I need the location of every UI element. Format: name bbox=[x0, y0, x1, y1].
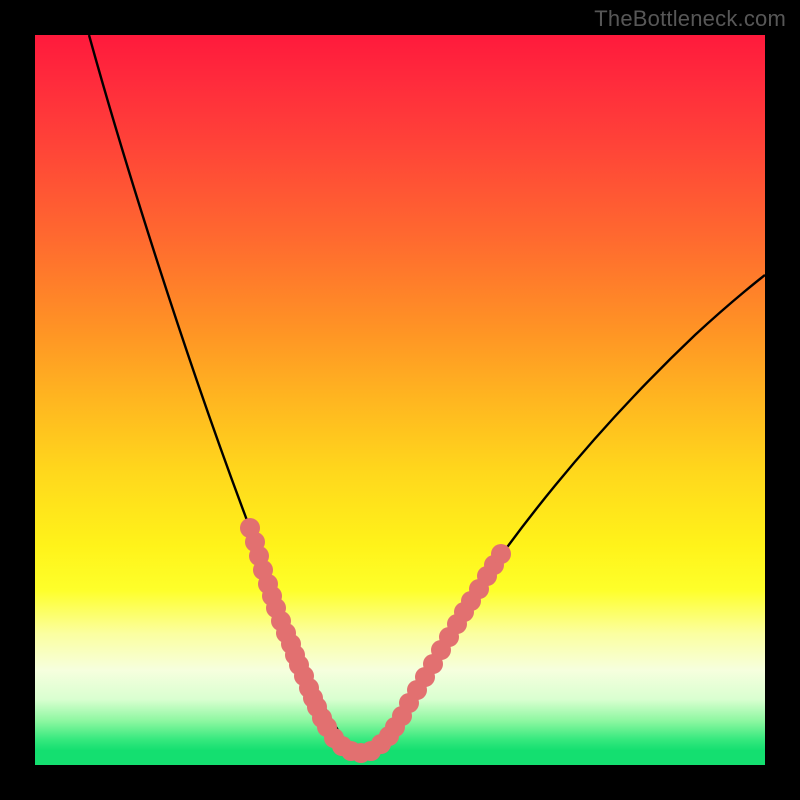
bottleneck-curve bbox=[89, 35, 765, 751]
curve-layer bbox=[35, 35, 765, 765]
scatter-overlay bbox=[240, 518, 511, 763]
plot-area bbox=[35, 35, 765, 765]
watermark-text: TheBottleneck.com bbox=[594, 6, 786, 32]
overlay-dot bbox=[491, 544, 511, 564]
chart-frame: TheBottleneck.com bbox=[0, 0, 800, 800]
